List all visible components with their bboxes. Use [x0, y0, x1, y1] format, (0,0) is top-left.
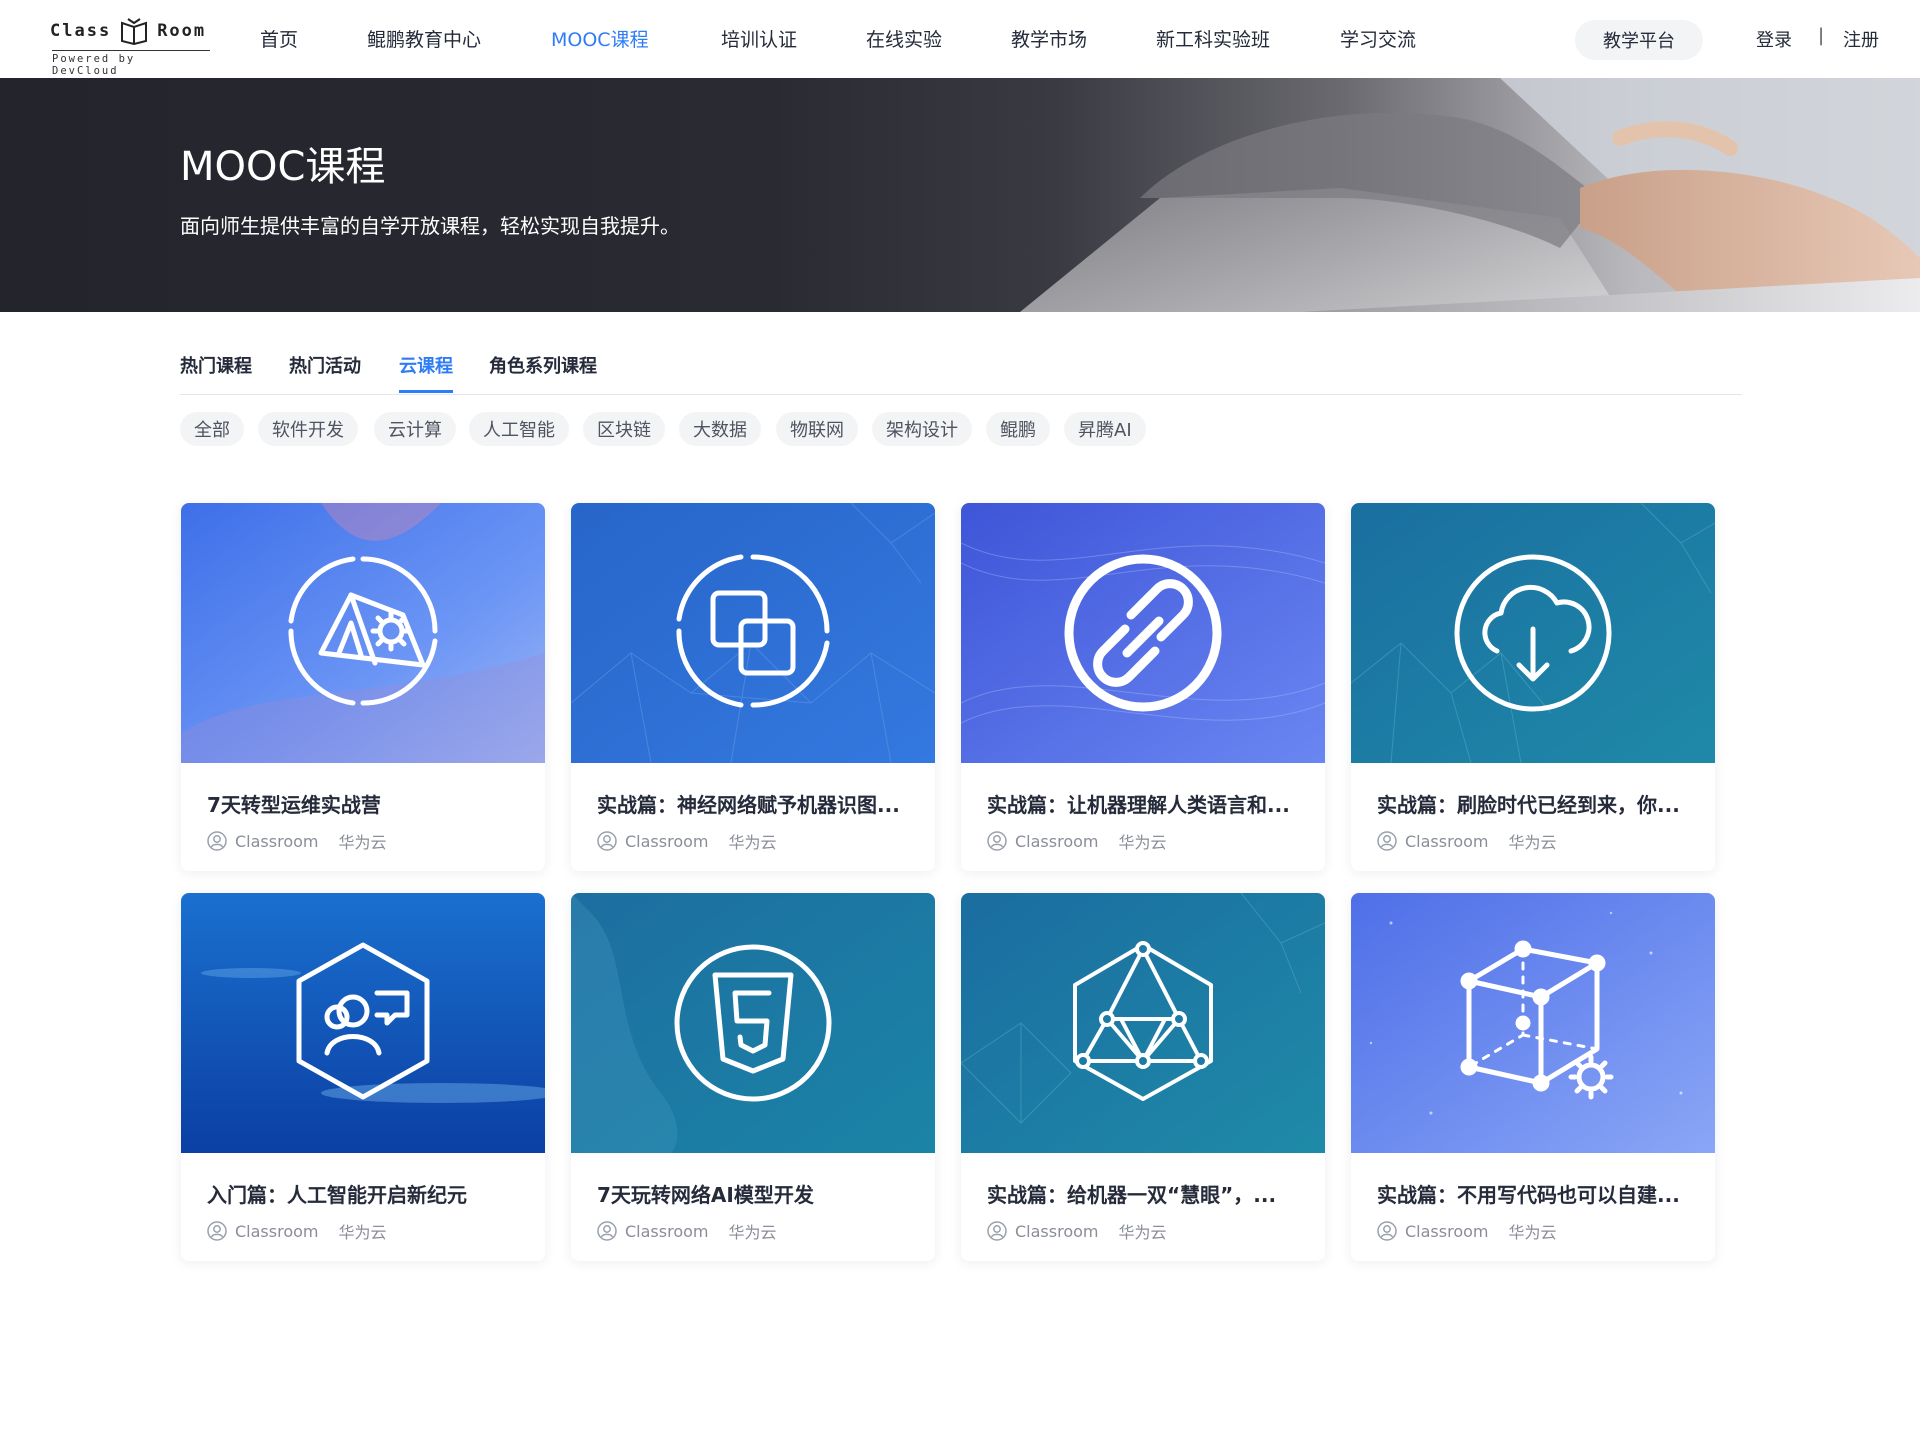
course-meta: Classroom 华为云 [987, 1219, 1167, 1243]
logo-subtitle: Powered by DevCloud [52, 50, 210, 77]
course-meta: Classroom 华为云 [207, 1219, 387, 1243]
course-author: Classroom [1405, 1221, 1489, 1241]
filter-chip-cloud-computing[interactable]: 云计算 [374, 412, 456, 446]
course-source: 华为云 [1508, 1223, 1557, 1242]
user-avatar-icon [207, 831, 227, 851]
tab-hot-activities[interactable]: 热门活动 [289, 352, 361, 390]
logo-word-room: Room [157, 21, 207, 41]
course-title[interactable]: 实战篇：不用写代码也可以自建... [1377, 1179, 1697, 1208]
course-title[interactable]: 入门篇：人工智能开启新纪元 [207, 1179, 527, 1208]
course-card[interactable]: 实战篇：刷脸时代已经到来，你... Classroom 华为云 [1351, 503, 1715, 871]
user-avatar-icon [597, 1221, 617, 1241]
course-meta: Classroom 华为云 [597, 829, 777, 853]
course-meta: Classroom 华为云 [1377, 829, 1557, 853]
register-link[interactable]: 注册 [1843, 26, 1879, 52]
nav-item-certification[interactable]: 培训认证 [721, 25, 797, 52]
nav-item-new-engineering-class[interactable]: 新工科实验班 [1156, 25, 1270, 52]
tab-hot-courses[interactable]: 热门课程 [180, 352, 252, 390]
course-author: Classroom [235, 1221, 319, 1241]
course-title[interactable]: 实战篇：让机器理解人类语言和... [987, 789, 1307, 818]
teaching-platform-button[interactable]: 教学平台 [1575, 20, 1703, 60]
course-card[interactable]: 实战篇：给机器一双“慧眼”，... Classroom 华为云 [961, 893, 1325, 1261]
course-source: 华为云 [728, 1223, 777, 1242]
user-avatar-icon [1377, 831, 1397, 851]
tab-role-series[interactable]: 角色系列课程 [489, 352, 597, 390]
classroom-logo[interactable]: Class Room Powered by DevCloud [50, 12, 210, 77]
user-avatar-icon [987, 831, 1007, 851]
course-meta: Classroom 华为云 [1377, 1219, 1557, 1243]
course-title[interactable]: 实战篇：刷脸时代已经到来，你... [1377, 789, 1697, 818]
course-card[interactable]: 7天转型运维实战营 Classroom 华为云 [181, 503, 545, 871]
course-card[interactable]: 入门篇：人工智能开启新纪元 Classroom 华为云 [181, 893, 545, 1261]
course-thumbnail [181, 893, 545, 1153]
course-author: Classroom [625, 1221, 709, 1241]
course-card[interactable]: 实战篇：不用写代码也可以自建... Classroom 华为云 [1351, 893, 1715, 1261]
filter-chip-ai[interactable]: 人工智能 [469, 412, 569, 446]
course-source: 华为云 [338, 833, 387, 852]
user-avatar-icon [987, 1221, 1007, 1241]
user-avatar-icon [597, 831, 617, 851]
course-meta: Classroom 华为云 [597, 1219, 777, 1243]
nav-item-mooc[interactable]: MOOC课程 [551, 25, 649, 52]
nav-item-teaching-market[interactable]: 教学市场 [1011, 25, 1087, 52]
course-card[interactable]: 7天玩转网络AI模型开发 Classroom 华为云 [571, 893, 935, 1261]
filter-chip-iot[interactable]: 物联网 [776, 412, 858, 446]
filter-chip-ascend-ai[interactable]: 昇腾AI [1064, 412, 1146, 446]
course-source: 华为云 [338, 1223, 387, 1242]
course-card[interactable]: 实战篇：神经网络赋予机器识图... Classroom 华为云 [571, 503, 935, 871]
nav-item-learning-exchange[interactable]: 学习交流 [1340, 25, 1416, 52]
course-meta: Classroom 华为云 [987, 829, 1167, 853]
course-author: Classroom [235, 831, 319, 851]
auth-separator: | [1818, 25, 1825, 46]
logo-wordmark: Class Room [50, 18, 207, 45]
course-source: 华为云 [1118, 1223, 1167, 1242]
course-source: 华为云 [728, 833, 777, 852]
course-thumbnail [1351, 503, 1715, 763]
banner-title: MOOC课程 [180, 144, 386, 190]
filter-chip-blockchain[interactable]: 区块链 [583, 412, 665, 446]
course-title[interactable]: 实战篇：给机器一双“慧眼”，... [987, 1179, 1307, 1208]
logo-word-class: Class [50, 21, 112, 41]
course-card[interactable]: 实战篇：让机器理解人类语言和... Classroom 华为云 [961, 503, 1325, 871]
course-title[interactable]: 7天转型运维实战营 [207, 789, 527, 818]
user-avatar-icon [1377, 1221, 1397, 1241]
course-thumbnail [961, 503, 1325, 763]
filter-chip-big-data[interactable]: 大数据 [679, 412, 761, 446]
top-navigation-bar: Class Room Powered by DevCloud 首页 鲲鹏教育中心… [0, 0, 1920, 79]
filter-chip-kunpeng[interactable]: 鲲鹏 [986, 412, 1050, 446]
course-author: Classroom [1015, 1221, 1099, 1241]
tab-cloud-courses[interactable]: 云课程 [399, 352, 453, 393]
course-thumbnail [1351, 893, 1715, 1153]
course-category-tabs: 热门课程 热门活动 云课程 角色系列课程 [180, 350, 1742, 395]
course-source: 华为云 [1508, 833, 1557, 852]
login-link[interactable]: 登录 [1756, 26, 1792, 52]
course-source: 华为云 [1118, 833, 1167, 852]
filter-chip-software-dev[interactable]: 软件开发 [258, 412, 358, 446]
course-author: Classroom [625, 831, 709, 851]
course-author: Classroom [1405, 831, 1489, 851]
course-thumbnail [571, 893, 935, 1153]
filter-chip-all[interactable]: 全部 [180, 412, 244, 446]
book-icon [121, 18, 148, 45]
course-thumbnail [181, 503, 545, 763]
course-author: Classroom [1015, 831, 1099, 851]
course-title[interactable]: 实战篇：神经网络赋予机器识图... [597, 789, 917, 818]
banner-photo-illustration [1020, 78, 1920, 312]
banner-subtitle: 面向师生提供丰富的自学开放课程，轻松实现自我提升。 [180, 214, 680, 238]
nav-item-kunpeng-center[interactable]: 鲲鹏教育中心 [367, 25, 481, 52]
course-thumbnail [961, 893, 1325, 1153]
course-meta: Classroom 华为云 [207, 829, 387, 853]
filter-chip-architecture[interactable]: 架构设计 [872, 412, 972, 446]
course-title[interactable]: 7天玩转网络AI模型开发 [597, 1179, 917, 1208]
nav-item-home[interactable]: 首页 [260, 25, 298, 52]
course-thumbnail [571, 503, 935, 763]
user-avatar-icon [207, 1221, 227, 1241]
page-banner: MOOC课程 面向师生提供丰富的自学开放课程，轻松实现自我提升。 [0, 78, 1920, 312]
nav-item-online-lab[interactable]: 在线实验 [866, 25, 942, 52]
